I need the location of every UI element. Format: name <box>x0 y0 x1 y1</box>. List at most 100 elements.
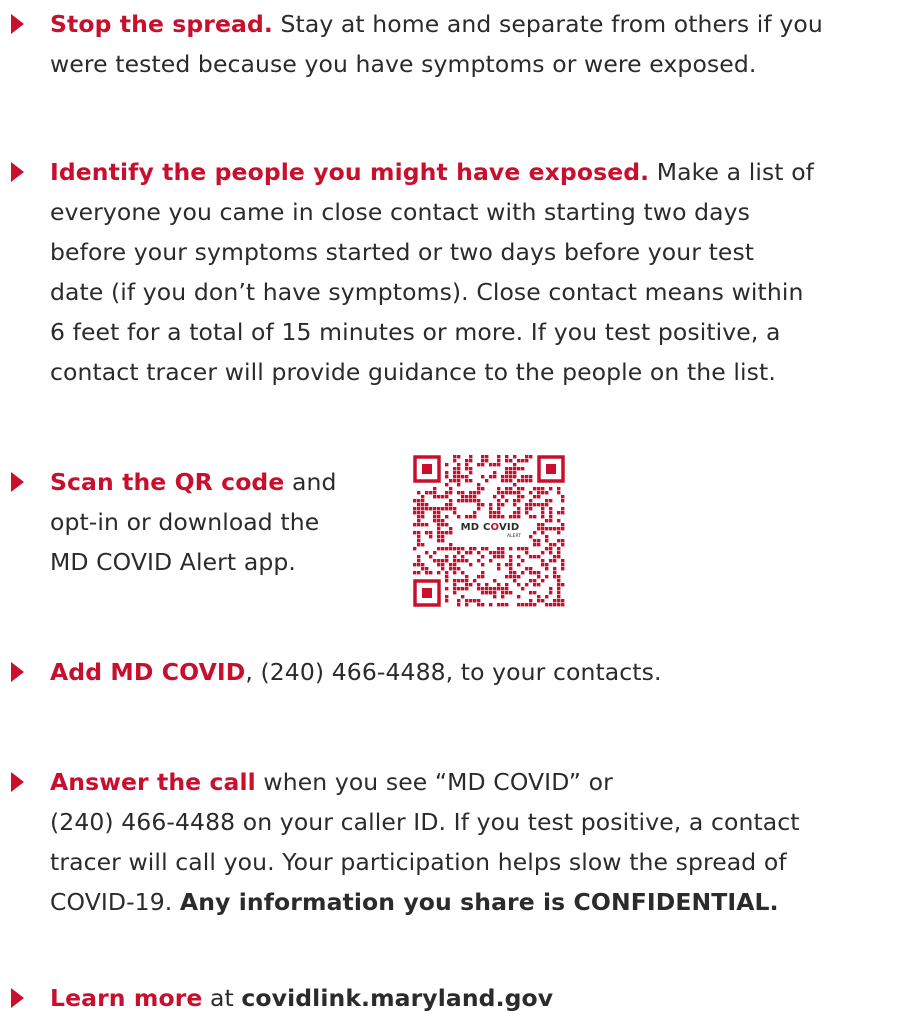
qr-module <box>529 599 533 603</box>
qr-module <box>501 475 505 479</box>
qr-module <box>457 463 461 467</box>
qr-module <box>477 603 481 607</box>
qr-module <box>497 491 501 495</box>
qr-module <box>541 531 545 535</box>
qr-module <box>509 515 513 519</box>
qr-module <box>453 547 457 551</box>
qr-module <box>461 595 465 599</box>
qr-module <box>537 527 541 531</box>
qr-module <box>469 459 473 463</box>
qr-module <box>497 551 501 555</box>
qr-module <box>501 587 505 591</box>
qr-module <box>533 503 537 507</box>
qr-module <box>445 475 449 479</box>
qr-module <box>485 583 489 587</box>
qr-module <box>445 579 449 583</box>
qr-logo-subtext: ALERT <box>507 534 521 539</box>
qr-module <box>521 467 525 471</box>
qr-module <box>453 459 457 463</box>
qr-module <box>529 555 533 559</box>
qr-module <box>537 539 541 543</box>
qr-module <box>529 475 533 479</box>
qr-module <box>497 499 501 503</box>
qr-module <box>505 475 509 479</box>
text-span: opt-in or download the <box>50 508 320 536</box>
qr-module <box>537 495 541 499</box>
qr-module <box>429 535 433 539</box>
qr-module <box>445 471 449 475</box>
qr-module <box>553 567 557 571</box>
qr-module <box>517 459 521 463</box>
qr-module <box>501 491 505 495</box>
text-line: (240) 466-4488 on your caller ID. If you… <box>50 802 800 842</box>
qr-module <box>529 479 533 483</box>
qr-module <box>553 543 557 547</box>
qr-module <box>445 515 449 519</box>
qr-module <box>533 579 537 583</box>
qr-module <box>457 567 461 571</box>
qr-module <box>521 479 525 483</box>
qr-module <box>545 547 549 551</box>
qr-module <box>541 559 545 563</box>
qr-module <box>561 495 565 499</box>
qr-module <box>433 507 437 511</box>
qr-module <box>441 495 445 499</box>
qr-module <box>493 463 497 467</box>
qr-module <box>541 511 545 515</box>
qr-module <box>493 495 497 499</box>
qr-module <box>517 511 521 515</box>
qr-module <box>469 551 473 555</box>
qr-module <box>473 547 477 551</box>
qr-logo-text: MD COVID <box>455 521 525 534</box>
qr-module <box>525 503 529 507</box>
qr-module <box>497 511 501 515</box>
qr-module <box>557 599 561 603</box>
item-text: Stop the spread. Stay at home and separa… <box>50 4 823 84</box>
qr-module <box>505 491 509 495</box>
qr-module <box>509 459 513 463</box>
qr-module <box>437 531 441 535</box>
qr-module <box>521 559 525 563</box>
qr-module <box>465 575 469 579</box>
qr-module <box>457 579 461 583</box>
qr-module <box>481 563 485 567</box>
qr-module <box>469 495 473 499</box>
qr-module <box>469 583 473 587</box>
qr-module <box>413 523 417 527</box>
qr-module <box>421 507 425 511</box>
qr-module <box>517 595 521 599</box>
qr-module <box>529 603 533 607</box>
qr-module <box>525 459 529 463</box>
qr-module <box>445 491 449 495</box>
qr-module <box>537 595 541 599</box>
qr-module <box>417 519 421 523</box>
text-line: Answer the call when you see “MD COVID” … <box>50 762 800 802</box>
qr-module <box>497 587 501 591</box>
text-span: before your symptoms started or two days… <box>50 238 755 266</box>
qr-module <box>437 535 441 539</box>
qr-module <box>557 551 561 555</box>
qr-module <box>429 507 433 511</box>
text-span: Stay at home and separate from others if… <box>272 10 823 38</box>
qr-module <box>413 507 417 511</box>
qr-module <box>481 591 485 595</box>
qr-module <box>541 579 545 583</box>
qr-module <box>525 551 529 555</box>
qr-module <box>525 475 529 479</box>
qr-module <box>485 587 489 591</box>
qr-code[interactable]: MD COVID ALERT <box>413 455 565 607</box>
website-link[interactable]: covidlink.maryland.gov <box>241 984 553 1012</box>
qr-module <box>469 515 473 519</box>
qr-module <box>557 547 561 551</box>
qr-module <box>505 587 509 591</box>
qr-module <box>457 499 461 503</box>
qr-module <box>545 499 549 503</box>
qr-module <box>417 511 421 515</box>
text-line: contact tracer will provide guidance to … <box>50 352 814 392</box>
qr-module <box>545 519 549 523</box>
qr-module <box>465 499 469 503</box>
qr-module <box>465 551 469 555</box>
qr-module <box>449 567 453 571</box>
qr-module <box>553 571 557 575</box>
qr-module <box>425 567 429 571</box>
